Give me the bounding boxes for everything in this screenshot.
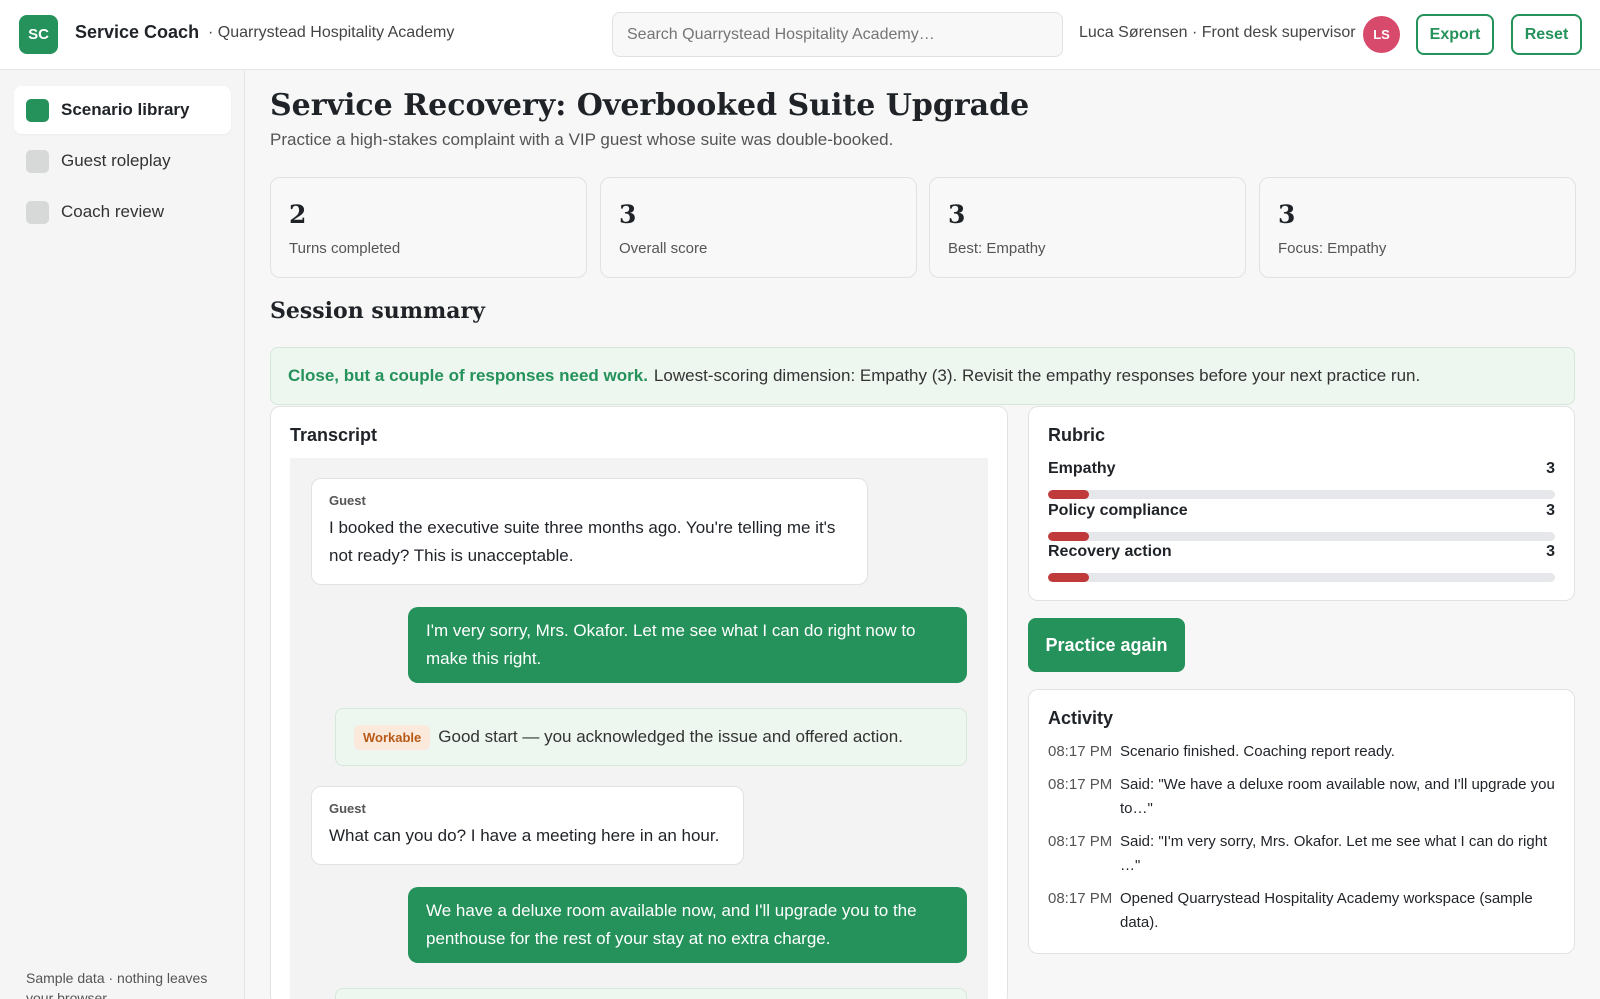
activity-time: 08:17 PM [1048, 743, 1113, 760]
app-name: Service Coach [75, 22, 200, 42]
top-bar: SC Service Coach · Quarrystead Hospitali… [0, 0, 1600, 70]
sidebar-item-label: Scenario library [61, 100, 190, 119]
rubric-panel: Rubric Empathy 3 Policy compliance 3 Rec… [1028, 406, 1575, 601]
page-title: Service Recovery: Overbooked Suite Upgra… [270, 88, 1030, 123]
scenario-library-icon [26, 98, 49, 122]
stat-label: Best: Empathy [948, 240, 1046, 257]
rubric-bar-track [1048, 490, 1555, 499]
rubric-label: Recovery action [1048, 543, 1172, 560]
stat-value: 3 [948, 200, 966, 229]
guest-message: Guest What can you do? I have a meeting … [311, 786, 744, 865]
banner-headline: Close, but a couple of responses need wo… [288, 366, 648, 385]
session-summary-title: Session summary [270, 298, 485, 324]
sidebar: Scenario library Guest roleplay Coach re… [0, 70, 245, 999]
feedback-note: Workable Good start — you acknowledged t… [335, 708, 967, 766]
practice-again-button[interactable]: Practice again [1028, 618, 1185, 672]
activity-time: 08:17 PM [1048, 890, 1113, 907]
sidebar-item-label: Coach review [61, 202, 164, 221]
agent-message: We have a deluxe room available now, and… [408, 887, 967, 963]
banner-text: Lowest-scoring dimension: Empathy (3). R… [653, 366, 1421, 385]
app-logo: SC [19, 15, 58, 54]
sidebar-item-label: Guest roleplay [61, 151, 171, 170]
transcript-panel: Transcript Guest I booked the executive … [270, 406, 1008, 999]
rubric-label: Policy compliance [1048, 502, 1188, 519]
guest-roleplay-icon [26, 149, 49, 173]
sidebar-item-scenario-library[interactable]: Scenario library [14, 86, 231, 134]
activity-item: 08:17 PM Said: "We have a deluxe room av… [1048, 773, 1558, 821]
rubric-bar-fill [1048, 532, 1089, 541]
sidebar-item-coach-review[interactable]: Coach review [14, 188, 231, 236]
coach-review-icon [26, 200, 49, 224]
sidebar-item-guest-roleplay[interactable]: Guest roleplay [14, 137, 231, 185]
message-text: I booked the executive suite three month… [329, 518, 836, 565]
message-author: Guest [329, 493, 366, 508]
activity-item: 08:17 PM Scenario finished. Coaching rep… [1048, 740, 1558, 764]
activity-text: Said: "I'm very sorry, Mrs. Okafor. Let … [1120, 833, 1548, 874]
activity-panel: Activity 08:17 PM Scenario finished. Coa… [1028, 689, 1575, 954]
export-button[interactable]: Export [1416, 14, 1494, 55]
rubric-score: 3 [1546, 502, 1555, 519]
rubric-score: 3 [1546, 543, 1555, 560]
stat-card-overall-score: 3 Overall score [600, 177, 917, 278]
rubric-label: Empathy [1048, 460, 1116, 477]
feedback-note [335, 988, 967, 999]
stat-value: 3 [1278, 200, 1296, 229]
rubric-bar-fill [1048, 573, 1089, 582]
stat-label: Overall score [619, 240, 708, 257]
stat-card-turns: 2 Turns completed [270, 177, 587, 278]
rubric-bar-track [1048, 532, 1555, 541]
page-subtitle: Practice a high-stakes complaint with a … [270, 130, 894, 149]
chat-scroll-area[interactable]: Guest I booked the executive suite three… [290, 458, 988, 999]
stat-label: Focus: Empathy [1278, 240, 1387, 257]
guest-message: Guest I booked the executive suite three… [311, 478, 868, 585]
reset-button[interactable]: Reset [1511, 14, 1582, 55]
stat-value: 3 [619, 200, 637, 229]
activity-time: 08:17 PM [1048, 833, 1113, 850]
agent-message: I'm very sorry, Mrs. Okafor. Let me see … [408, 607, 967, 683]
transcript-title: Transcript [290, 425, 378, 445]
avatar[interactable]: LS [1363, 16, 1400, 53]
stat-value: 2 [289, 200, 307, 229]
summary-banner: Close, but a couple of responses need wo… [270, 347, 1575, 405]
feedback-text: Good start — you acknowledged the issue … [438, 727, 903, 746]
activity-item: 08:17 PM Said: "I'm very sorry, Mrs. Oka… [1048, 830, 1558, 878]
activity-text: Scenario finished. Coaching report ready… [1120, 743, 1395, 760]
activity-item: 08:17 PM Opened Quarrystead Hospitality … [1048, 887, 1558, 935]
message-text: What can you do? I have a meeting here i… [329, 826, 720, 845]
rating-badge: Workable [354, 724, 431, 750]
rubric-bar-track [1048, 573, 1555, 582]
org-name: · Quarrystead Hospitality Academy [208, 24, 455, 41]
activity-title: Activity [1048, 708, 1114, 728]
rubric-bar-fill [1048, 490, 1089, 499]
activity-time: 08:17 PM [1048, 776, 1113, 793]
stat-card-focus: 3 Focus: Empathy [1259, 177, 1576, 278]
message-author: Guest [329, 801, 366, 816]
sidebar-footer-note: Sample data · nothing leaves your browse… [26, 970, 208, 999]
stat-card-best: 3 Best: Empathy [929, 177, 1246, 278]
rubric-score: 3 [1546, 460, 1555, 477]
activity-text: Opened Quarrystead Hospitality Academy w… [1120, 890, 1533, 931]
activity-text: Said: "We have a deluxe room available n… [1120, 776, 1555, 817]
user-label: Luca Sørensen · Front desk supervisor [1079, 24, 1356, 41]
rubric-title: Rubric [1048, 425, 1106, 445]
search-input[interactable] [612, 12, 1063, 57]
stat-label: Turns completed [289, 240, 401, 257]
